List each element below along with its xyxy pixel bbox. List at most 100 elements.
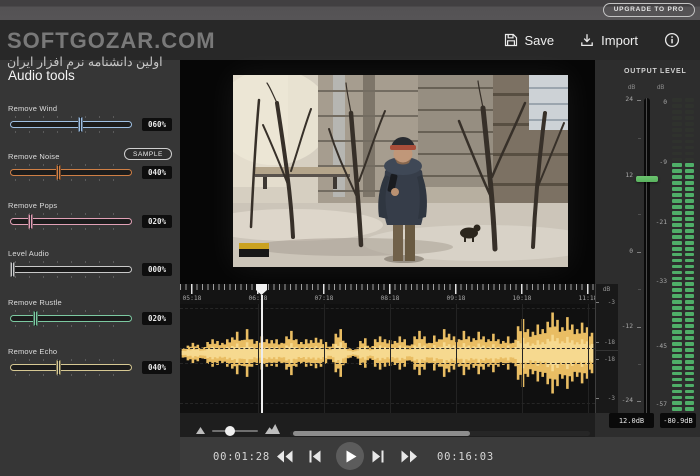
slider-track-remove-echo[interactable] (10, 364, 132, 371)
save-button[interactable]: Save (504, 33, 555, 48)
zoom-in-icon (265, 424, 280, 434)
grid-line-horizontal (180, 363, 595, 364)
grid-line-vertical (324, 304, 325, 413)
slider-track-level-audio[interactable] (10, 266, 132, 273)
led-segment-row (672, 354, 695, 358)
top-bar: UPGRADE TO PRO (0, 0, 700, 20)
timeline-label: 05:18 (183, 295, 202, 302)
save-label: Save (525, 33, 555, 48)
output-fader-handle[interactable] (636, 176, 658, 182)
upgrade-to-pro-button[interactable]: UPGRADE TO PRO (603, 3, 695, 17)
output-tick-label: 12 (607, 172, 633, 179)
slider-label: Remove Pops (8, 201, 57, 210)
slider-value: 020% (142, 215, 172, 228)
led-segment-row (672, 181, 695, 185)
slider-track-remove-rustle[interactable] (10, 315, 132, 322)
slider-handle-remove-pops[interactable] (28, 214, 33, 229)
play-button[interactable] (336, 442, 364, 470)
level-tick-label: -45 (647, 343, 667, 350)
led-segment-row (672, 193, 695, 197)
waveform[interactable] (180, 304, 595, 413)
waveform-panel[interactable] (180, 304, 595, 413)
frame-forward-button[interactable] (372, 450, 384, 463)
led-segment-row (672, 324, 695, 328)
led-segment-row (672, 282, 695, 286)
slider-track-remove-wind[interactable] (10, 121, 132, 128)
output-fader-track[interactable] (644, 98, 650, 420)
timeline-scrollbar-thumb[interactable] (293, 431, 470, 436)
timeline-ruler[interactable]: 05:1806:1807:1808:1809:1810:1811:18 (180, 284, 595, 304)
level-led-meter (672, 98, 695, 422)
led-segment-row (672, 169, 695, 173)
slider-handle-remove-echo[interactable] (56, 360, 61, 375)
timeline-label: 10:18 (513, 295, 532, 302)
level-meter-title: LEVEL (660, 68, 687, 75)
led-segment-row (672, 318, 695, 322)
playhead-line[interactable] (261, 295, 263, 413)
skip-back-button[interactable] (276, 450, 293, 463)
import-label: Import (601, 33, 638, 48)
led-segment-row (672, 217, 695, 221)
import-button[interactable]: Import (580, 33, 638, 48)
led-segment-row (672, 110, 695, 114)
slider-label: Remove Wind (8, 104, 57, 113)
info-button[interactable] (664, 32, 680, 48)
led-segment-row (672, 98, 695, 102)
grid-line-vertical (258, 304, 259, 413)
led-segment-row (672, 163, 695, 167)
led-segment-row (672, 122, 695, 126)
slider-row-level-audio: Level Audio 000% (8, 249, 172, 291)
led-segment-row (672, 277, 695, 281)
slider-label: Remove Echo (8, 347, 57, 356)
led-segment-row (672, 265, 695, 269)
led-segment-row (672, 390, 695, 394)
frame-back-button[interactable] (309, 450, 321, 463)
slider-row-remove-noise: Remove NoiseSAMPLE040% (8, 152, 172, 194)
timeline-label: 06:18 (249, 295, 268, 302)
slider-track-remove-noise[interactable] (10, 169, 132, 176)
header-bar: Save Import (0, 20, 700, 60)
led-segment-row (672, 199, 695, 203)
led-segment-row (672, 300, 695, 304)
slider-row-remove-rustle: Remove Rustle020% (8, 298, 172, 340)
output-tick-label: 24 (607, 96, 633, 103)
zoom-slider-track[interactable] (212, 430, 258, 432)
output-value-readout: 12.0dB (609, 413, 654, 428)
led-segment-row (672, 211, 695, 215)
video-preview (233, 75, 568, 267)
led-segment-row (672, 288, 695, 292)
zoom-slider-knob[interactable] (225, 426, 235, 436)
led-segment-row (672, 128, 695, 132)
led-segment-row (672, 247, 695, 251)
output-tick-mark (637, 327, 641, 328)
audio-tools-app: UPGRADE TO PRO Save (0, 0, 700, 476)
led-segment-row (672, 336, 695, 340)
db-unit-label: dB (603, 287, 610, 293)
sample-badge[interactable]: SAMPLE (124, 148, 172, 160)
slider-value: 020% (142, 312, 172, 325)
led-segment-row (672, 152, 695, 156)
info-icon (664, 32, 680, 48)
slider-track-remove-pops[interactable] (10, 218, 132, 225)
slider-value: 000% (142, 263, 172, 276)
led-segment-row (672, 306, 695, 310)
output-db-label: dB (628, 85, 635, 91)
slider-handle-level-audio[interactable] (10, 262, 15, 277)
sidebar-audio-tools: Audio tools Remove Wind060%Remove NoiseS… (0, 60, 180, 476)
scale-label: -18 (598, 356, 615, 363)
transport-bar: 00:01:28 00:16:03 (180, 437, 700, 476)
level-tick-label: -33 (647, 278, 667, 285)
slider-label: Level Audio (8, 249, 49, 258)
video-stage (180, 60, 595, 284)
slider-row-remove-pops: Remove Pops 020% (8, 201, 172, 243)
led-segment-row (672, 366, 695, 370)
led-segment-row (672, 140, 695, 144)
level-tick-label: 0 (647, 99, 667, 106)
led-segment-row (672, 175, 695, 179)
slider-handle-remove-noise[interactable] (56, 165, 61, 180)
level-value-readout: -80.9dB (660, 413, 696, 428)
slider-label: Remove Noise (8, 152, 60, 161)
slider-handle-remove-rustle[interactable] (33, 311, 38, 326)
fast-forward-button[interactable] (401, 450, 418, 463)
slider-handle-remove-wind[interactable] (78, 117, 83, 132)
